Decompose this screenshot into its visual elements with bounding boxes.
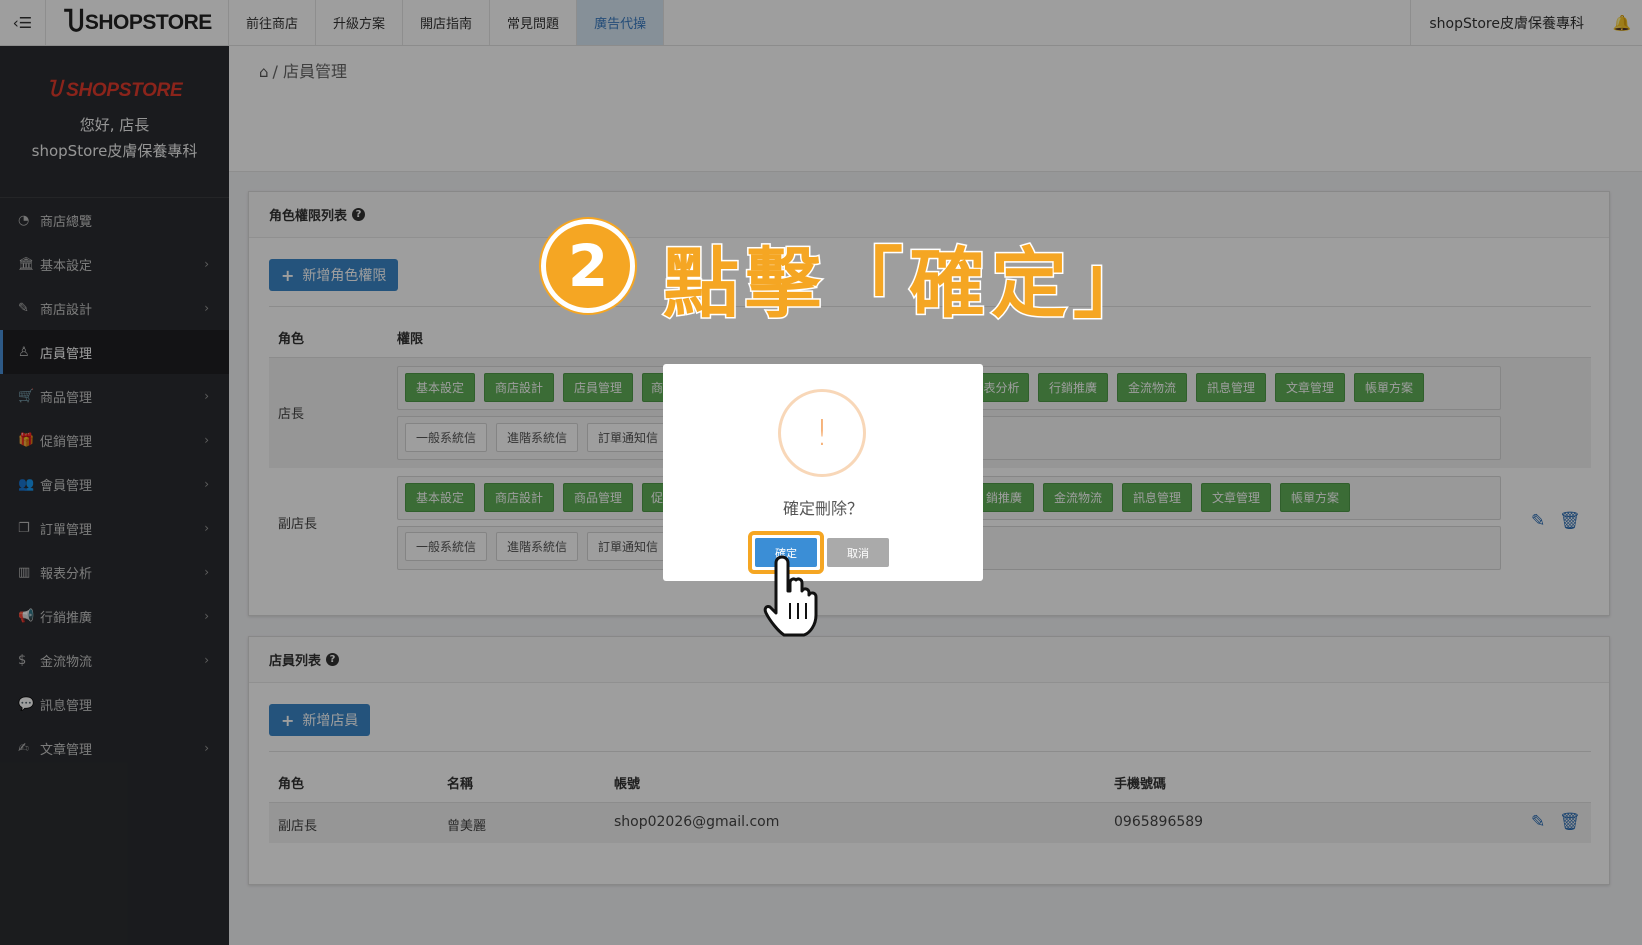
step-instruction: 點擊「確定」 xyxy=(662,238,1155,330)
warning-icon: ! xyxy=(778,389,866,477)
pointer-hand-icon xyxy=(763,555,818,637)
dialog-title: 確定刪除？ xyxy=(782,499,863,518)
step-number-badge: 2 xyxy=(541,219,635,313)
cancel-button[interactable]: 取消 xyxy=(827,538,889,567)
confirm-delete-dialog: ! 確定刪除？ 確定 取消 xyxy=(663,364,983,581)
